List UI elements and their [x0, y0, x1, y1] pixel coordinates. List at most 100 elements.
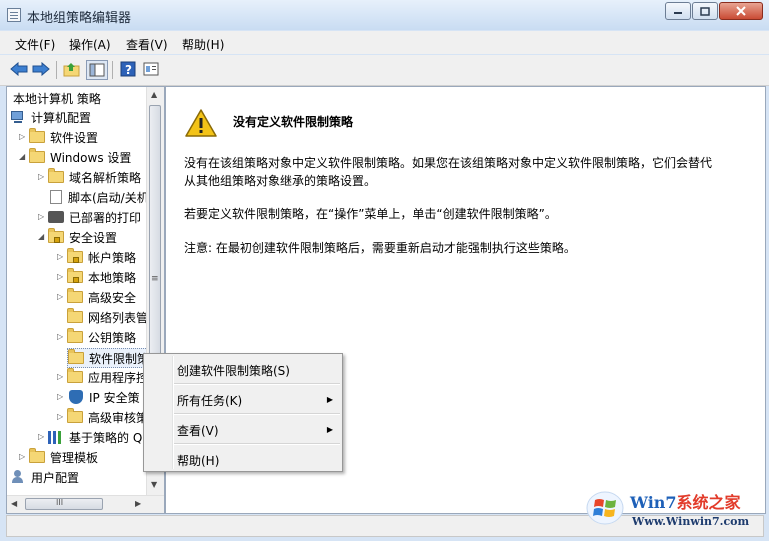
expand-arrow-icon[interactable]: ▷	[19, 452, 25, 461]
tree-item-deployed-printers[interactable]: 已部署的打印	[48, 208, 141, 226]
tree-pane[interactable]: 本地计算机 策略 计算机配置 ▷ 软件设置 ◢ Windows 设置 ▷ 域名解…	[6, 86, 165, 514]
minimize-button[interactable]	[665, 2, 691, 20]
tree-item-label: 帐户策略	[88, 250, 137, 265]
tree-item-scripts[interactable]: 脚本(启动/关机	[50, 188, 149, 206]
tree-item-user-config[interactable]: 用户配置	[10, 468, 79, 486]
secure-folder-icon	[67, 268, 83, 283]
tree-item-label: 已部署的打印	[69, 210, 142, 225]
expand-arrow-icon[interactable]: ▷	[38, 172, 44, 181]
menu-action[interactable]: 操作(A)	[69, 36, 111, 53]
expand-arrow-icon[interactable]: ▷	[19, 132, 25, 141]
menu-item-label: 创建软件限制策略(S)	[177, 364, 290, 378]
tree-item-network-list[interactable]: 网络列表管	[67, 308, 148, 326]
tree-item-ip-security[interactable]: IP 安全策	[69, 388, 140, 406]
scroll-down-icon[interactable]: ▼	[151, 480, 157, 489]
message-heading: 没有定义软件限制策略	[233, 115, 354, 129]
windows-logo-icon	[586, 491, 624, 525]
expand-arrow-icon[interactable]: ▷	[57, 412, 63, 421]
tree-item-computer-config[interactable]: 计算机配置	[10, 108, 91, 126]
tree-item-admin-templates[interactable]: 管理模板	[29, 448, 98, 466]
tree-item-label: 软件设置	[50, 130, 99, 145]
hscroll-thumb[interactable]: III	[25, 498, 103, 510]
svg-text:?: ?	[125, 63, 132, 77]
tree-item-label: 高级审核策	[88, 410, 149, 425]
menu-help[interactable]: 帮助(H)	[182, 36, 224, 53]
scroll-up-icon[interactable]: ▲	[151, 90, 157, 99]
maximize-button[interactable]	[692, 2, 718, 20]
tree-item-label: 本地计算机 策略	[13, 91, 101, 106]
help-button[interactable]: ?	[118, 60, 138, 78]
folder-icon	[29, 448, 45, 463]
title-bar[interactable]: 本地组策略编辑器	[0, 0, 769, 30]
tree-item-security-settings[interactable]: 安全设置	[48, 228, 117, 246]
toolbar: ?	[0, 55, 769, 86]
tree-item-windows-settings[interactable]: Windows 设置	[29, 148, 131, 166]
menu-item-all-tasks[interactable]: 所有任务(K)	[177, 392, 337, 409]
minimize-icon	[674, 12, 682, 14]
back-button[interactable]	[9, 60, 29, 78]
script-icon	[50, 190, 62, 204]
folder-icon	[68, 349, 84, 364]
tree-item-public-key[interactable]: 公钥策略	[67, 328, 136, 346]
menu-item-create-policy[interactable]: 创建软件限制策略(S)	[177, 362, 290, 379]
secure-folder-icon	[48, 228, 64, 243]
tree-item-advanced-audit[interactable]: 高级审核策	[67, 408, 148, 426]
tree-item-software-settings[interactable]: 软件设置	[29, 128, 98, 146]
menu-separator	[174, 443, 340, 445]
expand-arrow-icon[interactable]: ▷	[57, 392, 63, 401]
tree-item-label: 应用程序控	[88, 370, 149, 385]
watermark-brand: Win7系统之家	[630, 489, 741, 513]
scroll-right-icon[interactable]: ▶	[135, 499, 141, 508]
shield-icon	[69, 390, 83, 404]
tree-item-label: 本地策略	[88, 270, 137, 285]
expand-arrow-icon[interactable]: ▷	[57, 372, 63, 381]
expand-arrow-icon[interactable]: ▷	[38, 432, 44, 441]
context-menu: 创建软件限制策略(S) 所有任务(K) ▶ 查看(V) ▶ 帮助(H)	[143, 353, 343, 472]
tree-item-label: 网络列表管	[88, 310, 149, 325]
expand-arrow-icon[interactable]: ▷	[57, 292, 63, 301]
tree-item-policy-qos[interactable]: 基于策略的 Q	[48, 428, 142, 446]
up-one-level-button[interactable]	[62, 60, 82, 78]
tree-item-app-control[interactable]: 应用程序控	[67, 368, 148, 386]
tree-item-name-resolution[interactable]: 域名解析策略	[48, 168, 141, 186]
menu-item-help[interactable]: 帮助(H)	[177, 452, 219, 469]
scroll-left-icon[interactable]: ◀	[11, 499, 17, 508]
show-hide-tree-button[interactable]	[86, 60, 108, 80]
tree-item-label: 基于策略的 Q	[69, 430, 143, 445]
folder-icon	[67, 308, 83, 323]
menu-view[interactable]: 查看(V)	[126, 36, 168, 53]
toolbar-separator	[56, 61, 57, 79]
forward-button[interactable]	[31, 60, 51, 78]
tree-item-root[interactable]: 本地计算机 策略	[13, 89, 101, 107]
collapse-arrow-icon[interactable]: ◢	[38, 232, 44, 241]
show-hide-tree-icon	[89, 63, 105, 77]
brand-prefix: Win7	[630, 493, 677, 512]
brand-suffix: 系统之家	[676, 493, 741, 512]
tree-item-label: 用户配置	[31, 470, 80, 485]
expand-arrow-icon[interactable]: ▷	[57, 332, 63, 341]
tree-item-software-restriction[interactable]: 软件限制策	[67, 348, 151, 368]
submenu-arrow-icon: ▶	[326, 425, 333, 434]
tree-item-advanced-security[interactable]: 高级安全	[67, 288, 136, 306]
tree-item-label: 脚本(启动/关机	[68, 190, 149, 205]
folder-icon	[48, 168, 64, 183]
close-button[interactable]	[719, 2, 763, 20]
watermark-url: Www.Winwin7.com	[632, 515, 750, 528]
properties-button[interactable]	[141, 60, 161, 78]
expand-arrow-icon[interactable]: ▷	[57, 252, 63, 261]
tree-horizontal-scrollbar[interactable]: ◀ III ▶	[7, 495, 164, 513]
expand-arrow-icon[interactable]: ▷	[57, 272, 63, 281]
window-title: 本地组策略编辑器	[27, 11, 132, 26]
menu-item-view[interactable]: 查看(V)	[177, 422, 337, 439]
menu-bar: 文件(F) 操作(A) 查看(V) 帮助(H)	[0, 31, 769, 54]
folder-icon	[67, 408, 83, 423]
tree-item-label: 安全设置	[69, 230, 118, 245]
expand-arrow-icon[interactable]: ▷	[38, 212, 44, 221]
tree-item-local-policies[interactable]: 本地策略	[67, 268, 136, 286]
tree-item-account-policies[interactable]: 帐户策略	[67, 248, 136, 266]
menu-file[interactable]: 文件(F)	[15, 36, 55, 53]
menu-separator	[174, 413, 340, 415]
collapse-arrow-icon[interactable]: ◢	[19, 152, 25, 161]
policy-editor-icon	[7, 8, 21, 22]
secure-folder-icon	[67, 248, 83, 263]
